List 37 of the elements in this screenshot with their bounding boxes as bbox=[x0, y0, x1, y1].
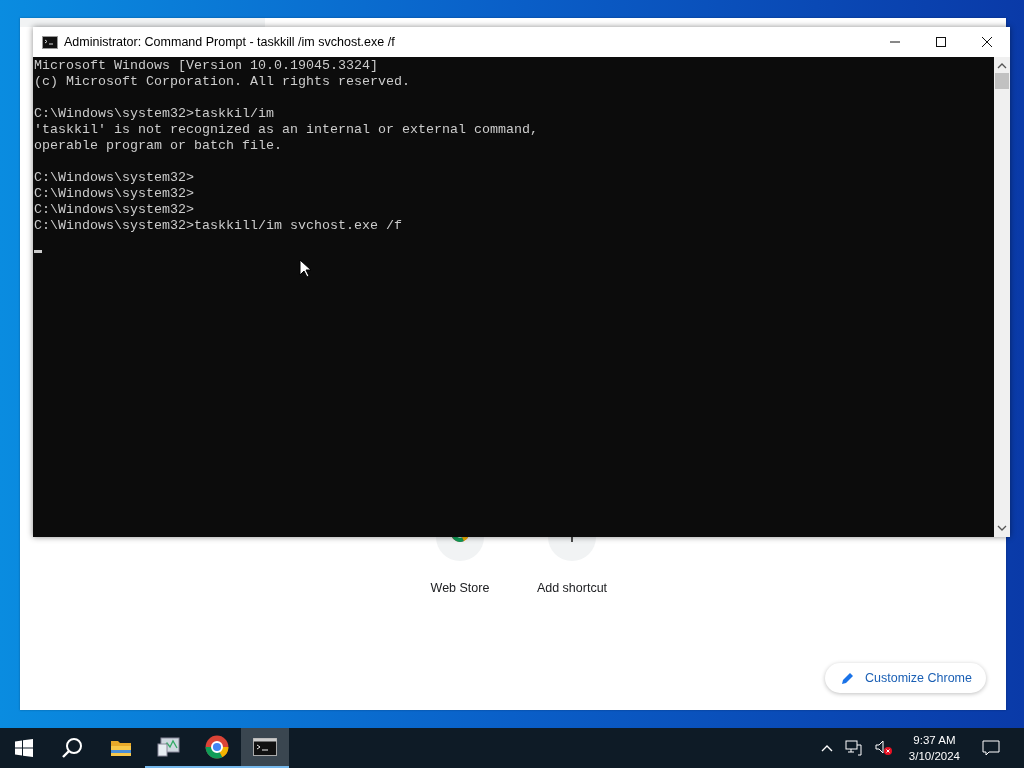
console-taskbar-button[interactable] bbox=[241, 728, 289, 768]
folder-icon bbox=[110, 738, 132, 758]
close-icon[interactable] bbox=[981, 36, 993, 48]
clock-time[interactable]: 9:37 AM bbox=[913, 732, 956, 748]
search-icon[interactable] bbox=[61, 737, 83, 759]
console-line: operable program or batch file. bbox=[34, 138, 283, 154]
console-line: C:\Windows\system32>taskkill/im svchost.exe /f bbox=[34, 218, 403, 234]
console-line: C:\Windows\system32>taskkil/im bbox=[34, 106, 275, 122]
chevron-up-icon[interactable] bbox=[820, 744, 833, 752]
pencil-icon bbox=[841, 671, 855, 685]
console-line: Microsoft Windows [Version 10.0.19045.3324] bbox=[34, 58, 379, 74]
console-line: C:\Windows\system32> bbox=[34, 202, 195, 218]
console-icon bbox=[42, 35, 58, 49]
customize-button[interactable]: Customize Chrome bbox=[825, 663, 986, 693]
scrollbar[interactable] bbox=[994, 57, 1010, 537]
console-line: (c) Microsoft Corporation. All rights reserved. bbox=[34, 74, 411, 90]
scroll-up-icon[interactable] bbox=[997, 63, 1007, 69]
maximize-icon[interactable] bbox=[935, 36, 947, 48]
console-icon bbox=[253, 738, 277, 756]
console-line: C:\Windows\system32> bbox=[34, 186, 195, 202]
shortcut-label[interactable]: Web Store bbox=[430, 581, 490, 595]
mouse-pointer-icon bbox=[299, 259, 311, 278]
muted-speaker-icon[interactable] bbox=[874, 740, 893, 756]
monitor-icon bbox=[157, 736, 181, 758]
scrollbar-thumb[interactable] bbox=[995, 73, 1009, 89]
start-icon[interactable] bbox=[15, 739, 33, 757]
console-line: 'taskkil' is not recognized as an internal or external command, bbox=[34, 122, 539, 138]
shortcut-label[interactable]: Add shortcut bbox=[536, 581, 608, 595]
browser-logo-icon bbox=[205, 735, 229, 759]
clock-date[interactable]: 3/10/2024 bbox=[908, 748, 960, 764]
console-line: C:\Windows\system32> bbox=[34, 170, 195, 186]
scroll-down-icon[interactable] bbox=[997, 525, 1007, 531]
store-shortcut-icon[interactable] bbox=[436, 537, 484, 561]
window-title: Administrator: Command Prompt - taskkill /im svchost.exe /f bbox=[64, 35, 395, 49]
notification-icon[interactable] bbox=[982, 740, 1000, 756]
text-cursor bbox=[34, 250, 42, 253]
network-icon[interactable] bbox=[844, 740, 863, 756]
